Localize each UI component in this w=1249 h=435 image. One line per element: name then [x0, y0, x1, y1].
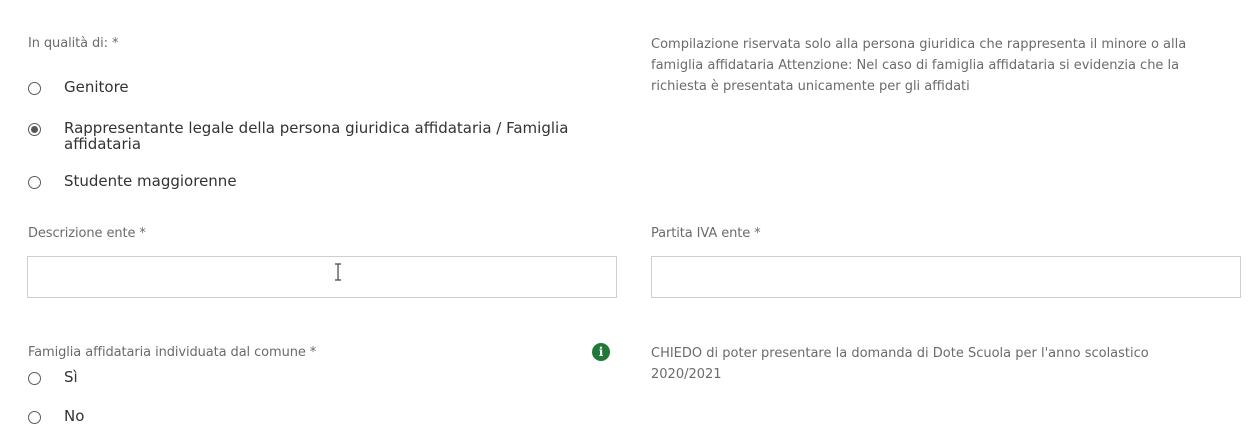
- radio-button[interactable]: [28, 411, 41, 424]
- radio-label-si: Sì: [64, 368, 78, 386]
- radio-label-rappresentante-legale: Rappresentante legale della persona giur…: [64, 119, 569, 153]
- qualita-label: In qualità di: *: [28, 36, 119, 51]
- radio-button-selected[interactable]: [28, 123, 41, 136]
- text-cursor-icon: [335, 263, 341, 281]
- chiedo-text: CHIEDO di poter presentare la domanda di…: [651, 346, 1149, 382]
- radio-studente-maggiorenne[interactable]: Studente maggiorenne: [28, 173, 237, 189]
- famiglia-affidataria-label: Famiglia affidataria individuata dal com…: [28, 345, 317, 360]
- descrizione-ente-label: Descrizione ente *: [28, 226, 146, 241]
- radio-rappresentante-legale[interactable]: Rappresentante legale della persona giur…: [28, 120, 604, 152]
- radio-no[interactable]: No: [28, 408, 84, 424]
- radio-label-genitore: Genitore: [64, 78, 129, 96]
- info-icon[interactable]: i: [592, 343, 610, 361]
- descrizione-ente-input[interactable]: [27, 256, 617, 298]
- partita-iva-label: Partita IVA ente *: [651, 226, 761, 241]
- radio-button[interactable]: [28, 82, 41, 95]
- radio-genitore[interactable]: Genitore: [28, 79, 129, 95]
- radio-label-no: No: [64, 407, 85, 425]
- partita-iva-input[interactable]: [651, 256, 1241, 298]
- compilazione-note: Compilazione riservata solo alla persona…: [651, 37, 1187, 94]
- radio-button[interactable]: [28, 372, 41, 385]
- radio-button[interactable]: [28, 176, 41, 189]
- radio-label-studente: Studente maggiorenne: [64, 172, 237, 190]
- radio-si[interactable]: Sì: [28, 369, 78, 385]
